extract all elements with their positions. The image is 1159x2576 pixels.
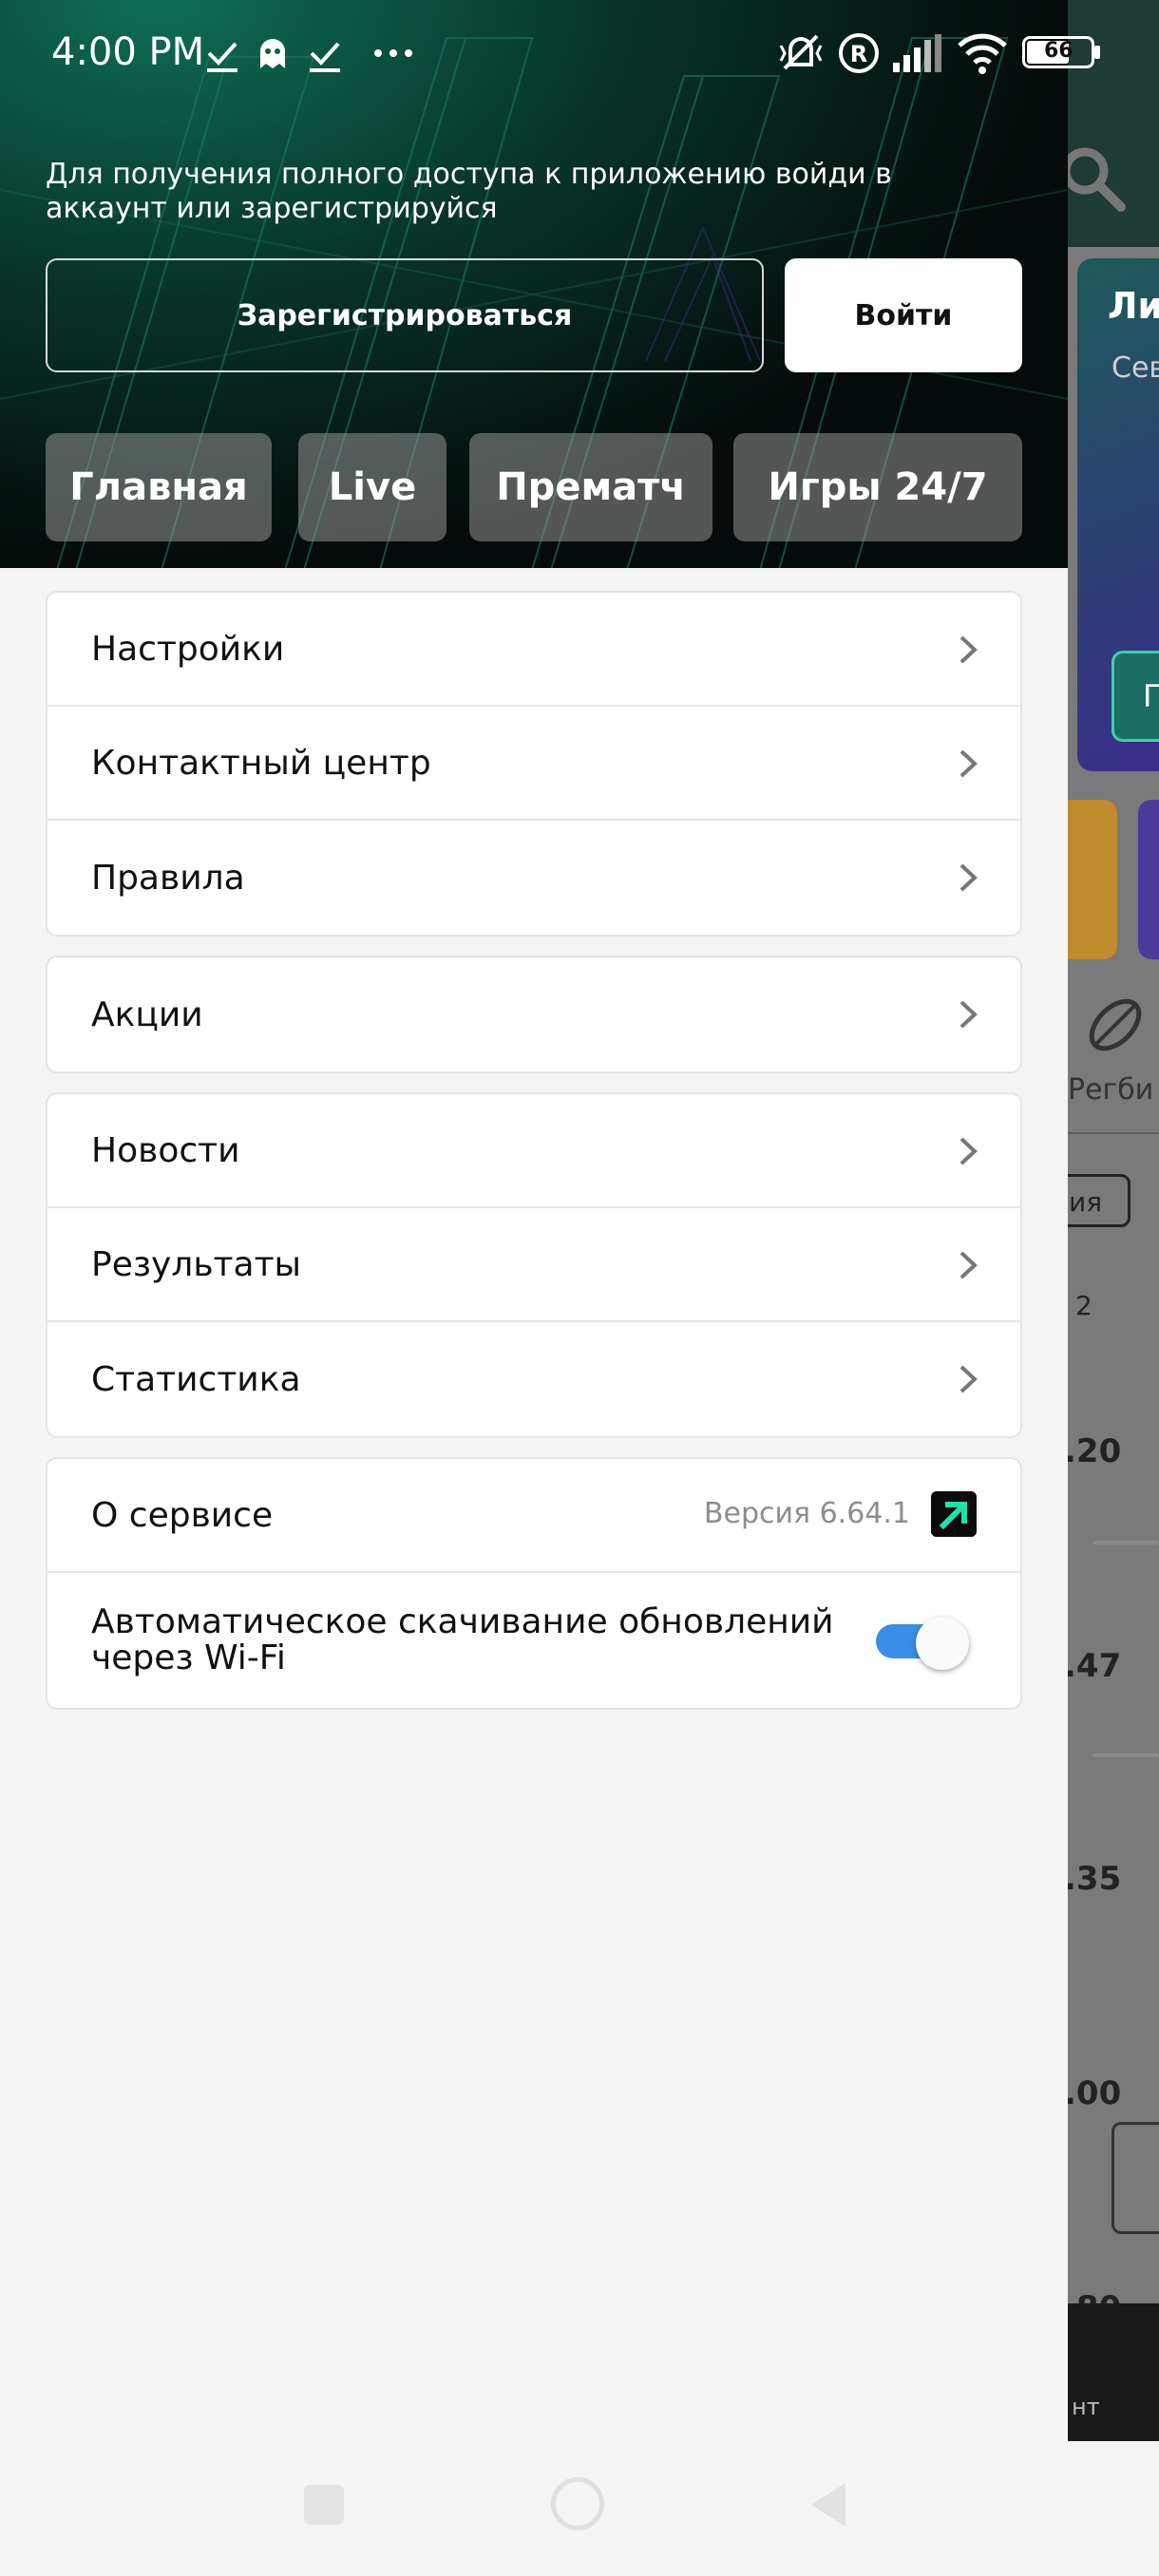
system-nav-bar bbox=[0, 2441, 1159, 2576]
filter-chip[interactable]: ия bbox=[1064, 1174, 1130, 1227]
menu-item-label: Настройки bbox=[91, 629, 285, 669]
registered-icon: R bbox=[839, 33, 879, 73]
menu-group-info: Новости Результаты Статистика bbox=[46, 1092, 1022, 1438]
battery-percent: 66 bbox=[1044, 39, 1074, 63]
download-done-icon bbox=[310, 42, 340, 72]
tab-prematch[interactable]: Прематч bbox=[469, 433, 712, 541]
menu-item-label: Правила bbox=[91, 858, 245, 898]
download-done-icon bbox=[207, 42, 238, 72]
auto-update-toggle[interactable] bbox=[876, 1617, 969, 1670]
menu-group-general: Настройки Контактный центр Правила bbox=[46, 591, 1022, 937]
odds-underline bbox=[1092, 1753, 1159, 1757]
menu-item-settings[interactable]: Настройки bbox=[48, 593, 1020, 707]
menu-item-label: Новости bbox=[91, 1130, 240, 1170]
chevron-right-icon bbox=[960, 1137, 978, 1165]
register-button[interactable]: Зарегистрироваться bbox=[46, 258, 764, 372]
svg-text:R: R bbox=[850, 41, 867, 67]
app-version: Версия 6.64.1 bbox=[703, 1497, 910, 1530]
menu-item-label: Акции bbox=[91, 994, 203, 1034]
login-button[interactable]: Войти bbox=[785, 258, 1022, 372]
chevron-right-icon bbox=[960, 863, 978, 892]
toggle-thumb bbox=[916, 1617, 969, 1670]
vibrate-off-icon bbox=[779, 34, 823, 70]
chevron-right-icon bbox=[960, 1365, 978, 1393]
status-time: 4:00 PM bbox=[51, 30, 205, 74]
battery-icon: 66 bbox=[1022, 36, 1094, 68]
status-bar: 4:00 PM R 66 bbox=[0, 0, 1159, 106]
odds-value[interactable]: .00 bbox=[1064, 2074, 1121, 2112]
more-notifications-icon bbox=[374, 49, 412, 57]
menu-item-label: Контактный центр bbox=[91, 743, 431, 783]
menu-group-service: О сервисе Версия 6.64.1 Автоматическое с… bbox=[46, 1457, 1022, 1710]
login-prompt-text: Для получения полного доступа к приложен… bbox=[46, 158, 892, 225]
brand-arrow-icon bbox=[931, 1491, 977, 1537]
recent-apps-button[interactable] bbox=[304, 2485, 344, 2525]
chevron-right-icon bbox=[960, 1000, 978, 1029]
home-button[interactable] bbox=[551, 2477, 604, 2530]
menu-item-auto-update[interactable]: Автоматическое скачивание обновлений чер… bbox=[48, 1573, 1020, 1708]
promo-card-subtitle: Сев bbox=[1112, 351, 1159, 385]
menu-item-results[interactable]: Результаты bbox=[48, 1208, 1020, 1322]
menu-item-statistics[interactable]: Статистика bbox=[48, 1322, 1020, 1436]
rugby-ball-icon[interactable] bbox=[1083, 993, 1148, 1057]
odds-value[interactable]: .35 bbox=[1064, 1860, 1121, 1898]
wifi-icon bbox=[958, 33, 1007, 74]
auto-update-label: Автоматическое скачивание обновлений чер… bbox=[91, 1602, 834, 1677]
chevron-right-icon bbox=[960, 749, 978, 778]
tab-home[interactable]: Главная bbox=[46, 433, 272, 541]
menu-item-promotions[interactable]: Акции bbox=[48, 957, 1020, 1071]
menu-item-news[interactable]: Новости bbox=[48, 1094, 1020, 1208]
menu-item-label: О сервисе bbox=[91, 1495, 274, 1535]
menu-item-rules[interactable]: Правила bbox=[48, 821, 1020, 935]
signal-icon bbox=[893, 34, 941, 72]
tab-live[interactable]: Live bbox=[298, 433, 446, 541]
background-app: Ли Сев П Регби ия 2 .20 .47 .35 .00 .80 … bbox=[1064, 0, 1159, 2441]
menu-item-contact-center[interactable]: Контактный центр bbox=[48, 707, 1020, 821]
background-bottom-nav bbox=[1064, 2303, 1159, 2441]
sport-label-rugby[interactable]: Регби bbox=[1068, 1073, 1153, 1107]
navigation-drawer: Для получения полного доступа к приложен… bbox=[0, 0, 1068, 2441]
chevron-right-icon bbox=[960, 635, 978, 664]
menu-group-promotions: Акции bbox=[46, 956, 1022, 1073]
category-tile-orange[interactable] bbox=[1064, 800, 1117, 959]
bottom-nav-label[interactable]: нт bbox=[1072, 2394, 1100, 2420]
odds-box[interactable] bbox=[1112, 2122, 1159, 2234]
promo-card-title: Ли bbox=[1108, 285, 1159, 327]
battery-tip bbox=[1094, 46, 1100, 59]
back-button[interactable] bbox=[806, 2479, 849, 2530]
menu-item-label: Результаты bbox=[91, 1244, 301, 1284]
odds-column-header: 2 bbox=[1075, 1290, 1092, 1321]
promo-card-button[interactable]: П bbox=[1112, 651, 1159, 742]
search-icon[interactable] bbox=[1064, 142, 1132, 218]
menu-item-label: Статистика bbox=[91, 1359, 301, 1399]
odds-value[interactable]: .20 bbox=[1064, 1432, 1121, 1470]
menu-item-about-service[interactable]: О сервисе Версия 6.64.1 bbox=[48, 1459, 1020, 1573]
category-tile-purple[interactable] bbox=[1138, 800, 1159, 959]
odds-underline bbox=[1092, 1541, 1159, 1544]
divider bbox=[1064, 1132, 1159, 1134]
ghost-icon bbox=[260, 39, 285, 68]
chevron-right-icon bbox=[960, 1251, 978, 1279]
odds-value[interactable]: .47 bbox=[1064, 1647, 1121, 1685]
tab-games-24-7[interactable]: Игры 24/7 bbox=[733, 433, 1022, 541]
